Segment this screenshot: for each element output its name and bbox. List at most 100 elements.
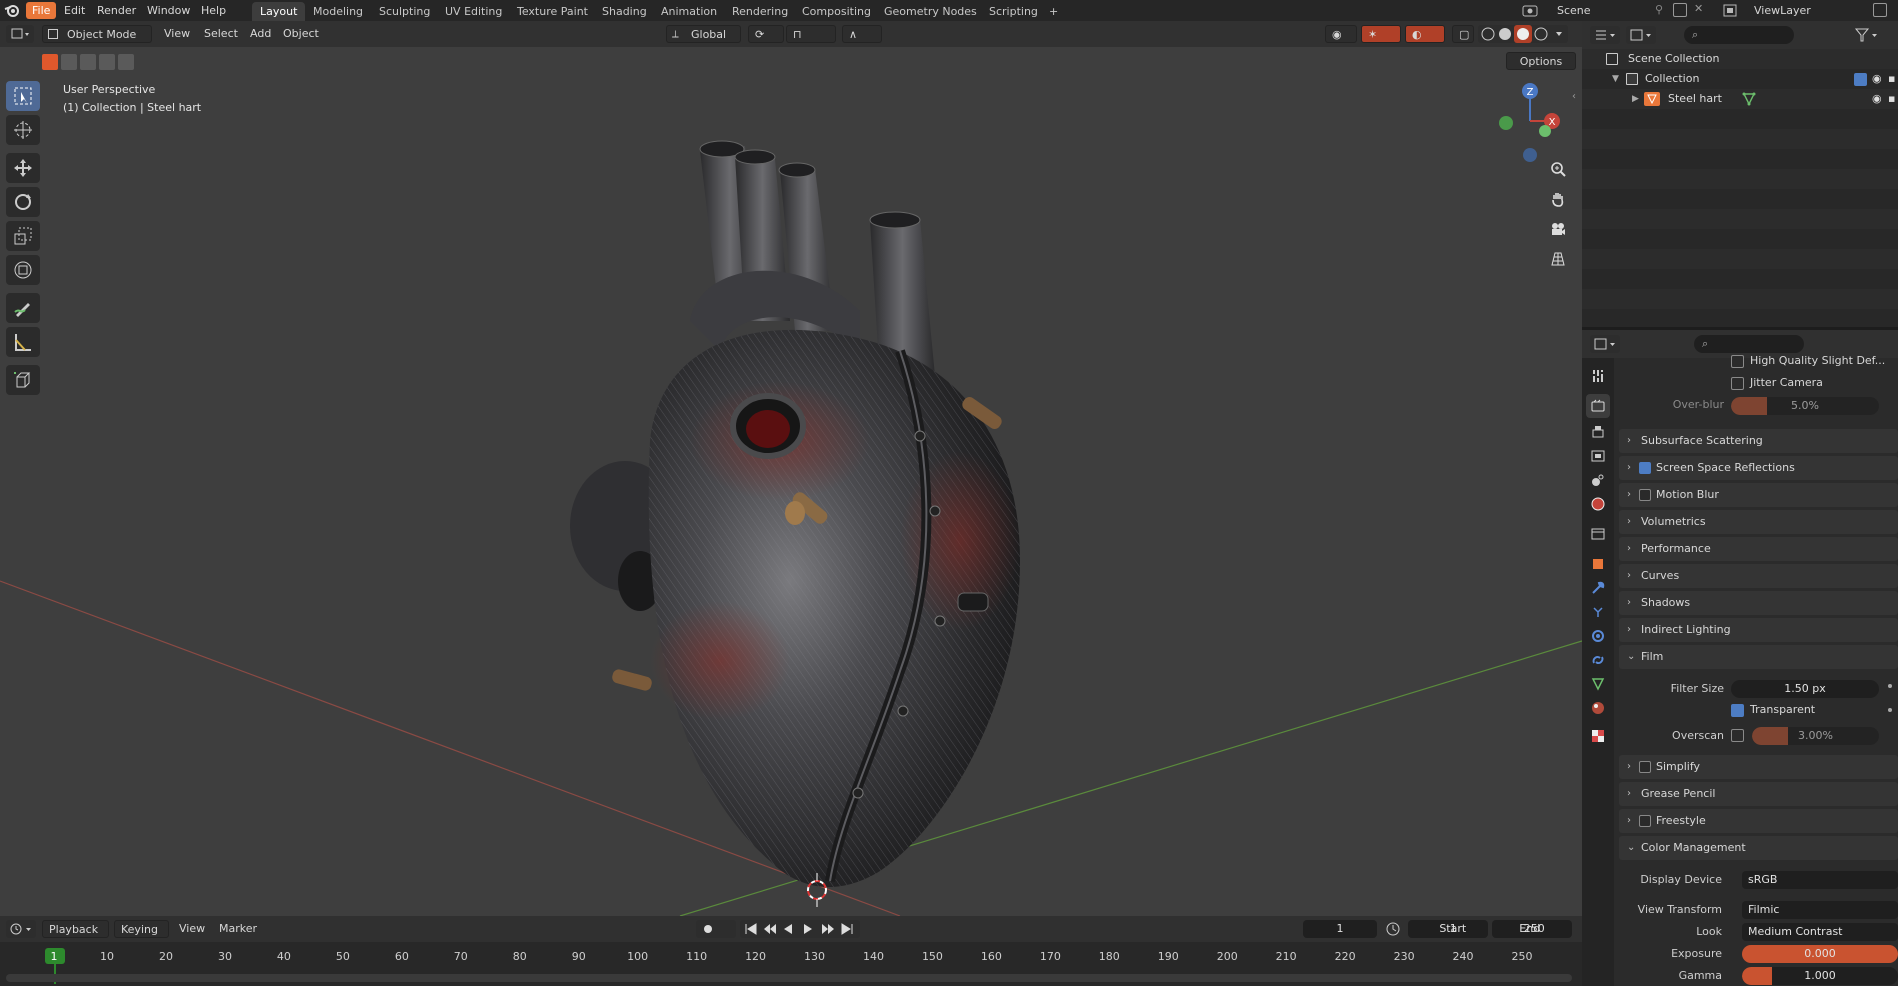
delete-scene-icon[interactable]: ✕: [1694, 2, 1703, 15]
outliner-editor-type-icon[interactable]: [1590, 26, 1620, 44]
3d-viewport[interactable]: Object Mode View Select Add Object Globa…: [0, 21, 1582, 916]
panel-freestyle[interactable]: › Freestyle: [1619, 809, 1898, 833]
mode-selector[interactable]: Object Mode: [42, 25, 152, 43]
material-tab-icon[interactable]: [1586, 696, 1610, 720]
tab-scripting[interactable]: Scripting: [981, 2, 1046, 21]
simplify-checkbox[interactable]: [1639, 761, 1651, 773]
gamma-slider[interactable]: 1.000: [1742, 967, 1898, 985]
panel-simplify[interactable]: › Simplify: [1619, 755, 1898, 779]
camera-restrict-icon[interactable]: ▪: [1888, 69, 1895, 89]
timeline-scrollbar[interactable]: [6, 974, 1572, 982]
visibility-eye-icon[interactable]: ◉: [1872, 69, 1882, 89]
menu-file[interactable]: File: [26, 2, 57, 19]
panel-color-management[interactable]: ⌄ Color Management: [1619, 836, 1898, 860]
pivot-point-icon[interactable]: ⟳: [748, 25, 784, 43]
menu-window[interactable]: Window: [141, 2, 196, 19]
ssr-checkbox[interactable]: [1639, 462, 1651, 474]
tab-sculpting[interactable]: Sculpting: [371, 2, 438, 21]
menu-help[interactable]: Help: [195, 2, 232, 19]
expand-arrow-icon[interactable]: ▶: [1632, 89, 1639, 109]
tab-compositing[interactable]: Compositing: [794, 2, 879, 21]
overscan-slider[interactable]: 3.00%: [1752, 727, 1879, 745]
look-select[interactable]: Medium Contrast: [1742, 923, 1898, 941]
xray-icon[interactable]: ▢: [1452, 25, 1474, 43]
object-data-tab-icon[interactable]: [1586, 672, 1610, 696]
view-layer-tab-icon[interactable]: [1586, 444, 1610, 468]
exclude-checkbox[interactable]: [1854, 73, 1867, 86]
filter-icon[interactable]: [1852, 26, 1882, 44]
filter-size-field[interactable]: 1.50 px: [1731, 680, 1879, 698]
auto-keying-button[interactable]: [696, 920, 736, 938]
camera-view-icon[interactable]: [1545, 216, 1571, 242]
sidebar-toggle-icon[interactable]: ‹: [1572, 91, 1576, 102]
end-frame-field[interactable]: End 250: [1492, 920, 1572, 938]
panel-performance[interactable]: › Performance: [1619, 537, 1898, 561]
keyframe-dot-icon[interactable]: [1888, 708, 1892, 712]
proportional-editing-icon[interactable]: ∧: [842, 25, 882, 43]
output-tab-icon[interactable]: [1586, 420, 1610, 444]
view-layer-selector[interactable]: ViewLayer: [1754, 3, 1811, 18]
display-device-select[interactable]: sRGB: [1742, 871, 1898, 889]
tab-animation[interactable]: Animation: [653, 2, 725, 21]
keyframe-dot-icon[interactable]: [1888, 684, 1892, 688]
pan-hand-icon[interactable]: [1545, 186, 1571, 212]
outliner-row-scene-collection[interactable]: Scene Collection: [1582, 49, 1898, 69]
add-workspace-button[interactable]: +: [1044, 2, 1063, 21]
blender-logo-icon[interactable]: [4, 3, 20, 18]
view-transform-select[interactable]: Filmic: [1742, 901, 1898, 919]
tab-rendering[interactable]: Rendering: [724, 2, 796, 21]
timeline-menu-view[interactable]: View: [179, 920, 205, 938]
add-cube-tool[interactable]: [6, 365, 40, 395]
display-mode-icon[interactable]: [1626, 26, 1656, 44]
panel-volumetrics[interactable]: › Volumetrics: [1619, 510, 1898, 534]
tool-settings-tab-icon[interactable]: [1586, 364, 1610, 388]
keying-dropdown[interactable]: Keying: [114, 920, 169, 938]
playback-dropdown[interactable]: Playback: [42, 920, 109, 938]
menu-edit[interactable]: Edit: [58, 2, 91, 19]
collection-tab-icon[interactable]: [1586, 522, 1610, 546]
current-frame-field[interactable]: 1: [1303, 920, 1377, 938]
panel-curves[interactable]: › Curves: [1619, 564, 1898, 588]
tab-uv-editing[interactable]: UV Editing: [437, 2, 510, 21]
transform-tool[interactable]: [6, 255, 40, 285]
tab-geometry-nodes[interactable]: Geometry Nodes: [876, 2, 985, 21]
properties-editor-type-icon[interactable]: [1590, 335, 1620, 353]
scene-selector[interactable]: Scene: [1557, 3, 1591, 18]
visibility-icon[interactable]: ◉: [1325, 25, 1357, 43]
menu-view[interactable]: View: [164, 25, 190, 43]
gizmo-toggle-icon[interactable]: ✶: [1361, 25, 1401, 43]
overscan-checkbox[interactable]: [1731, 729, 1744, 742]
panel-indirect-lighting[interactable]: › Indirect Lighting: [1619, 618, 1898, 642]
rotate-tool[interactable]: [6, 187, 40, 217]
outliner-row-steel-hart[interactable]: ▶ Steel hart ◉ ▪: [1582, 89, 1898, 109]
visibility-eye-icon[interactable]: ◉: [1872, 89, 1882, 109]
modifier-tab-icon[interactable]: [1586, 576, 1610, 600]
panel-shadows[interactable]: › Shadows: [1619, 591, 1898, 615]
menu-render[interactable]: Render: [91, 2, 142, 19]
pin-icon[interactable]: ⚲: [1655, 3, 1663, 16]
render-tab-icon[interactable]: [1586, 394, 1610, 418]
outliner-row-collection[interactable]: ▼ Collection ◉ ▪: [1582, 69, 1898, 89]
select-box-tool[interactable]: [6, 81, 40, 111]
cursor-tool[interactable]: [6, 115, 40, 145]
view-layer-icon[interactable]: [1722, 3, 1738, 18]
object-tab-icon[interactable]: [1586, 552, 1610, 576]
transparent-checkbox[interactable]: [1731, 704, 1744, 717]
constraints-tab-icon[interactable]: [1586, 648, 1610, 672]
menu-object[interactable]: Object: [283, 25, 319, 43]
expand-arrow-icon[interactable]: ▼: [1612, 69, 1619, 89]
panel-grease-pencil[interactable]: › Grease Pencil: [1619, 782, 1898, 806]
physics-tab-icon[interactable]: [1586, 624, 1610, 648]
world-tab-icon[interactable]: [1586, 492, 1610, 516]
preview-range-icon[interactable]: [1385, 921, 1401, 937]
menu-select[interactable]: Select: [204, 25, 238, 43]
camera-restrict-icon[interactable]: ▪: [1888, 89, 1895, 109]
tab-modeling[interactable]: Modeling: [305, 2, 371, 21]
timeline-editor-type-icon[interactable]: [6, 920, 36, 938]
tab-layout[interactable]: Layout: [252, 2, 306, 21]
perspective-toggle-icon[interactable]: [1545, 246, 1571, 272]
motion-blur-checkbox[interactable]: [1639, 489, 1651, 501]
new-view-layer-icon[interactable]: [1873, 3, 1887, 17]
tab-texture-paint[interactable]: Texture Paint: [509, 2, 596, 21]
scale-tool[interactable]: [6, 221, 40, 251]
